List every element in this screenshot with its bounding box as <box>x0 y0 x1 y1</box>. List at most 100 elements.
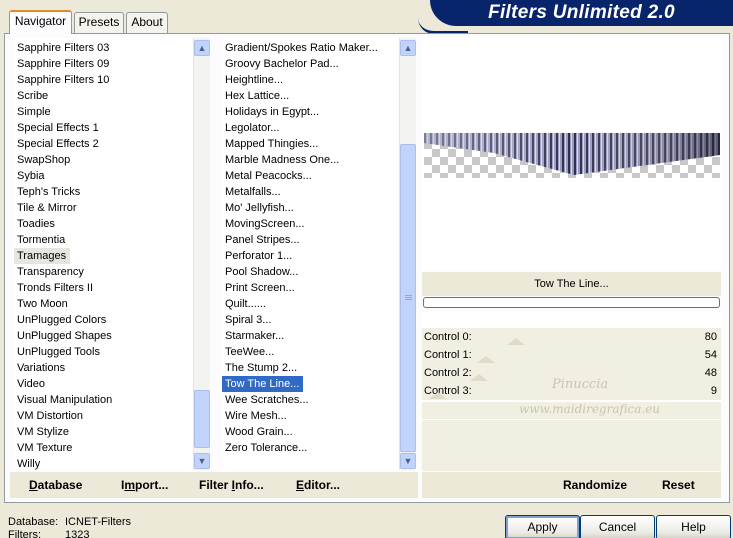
tab-about[interactable]: About <box>126 12 168 33</box>
tab-navigator[interactable]: Navigator <box>9 10 72 34</box>
scroll-down-icon[interactable]: ▼ <box>400 453 416 469</box>
slider-marker <box>477 356 495 363</box>
list-item[interactable]: Willy <box>14 456 40 471</box>
list-item[interactable]: Metal Peacocks... <box>222 168 312 184</box>
editor-button[interactable]: Editor... <box>296 478 340 492</box>
slider-marker <box>470 374 488 381</box>
list-item[interactable]: Variations <box>14 360 65 376</box>
list-item[interactable]: Metalfalls... <box>222 184 281 200</box>
randomize-button[interactable]: Randomize <box>563 478 627 492</box>
list-item[interactable]: Transparency <box>14 264 84 280</box>
list-item[interactable]: UnPlugged Colors <box>14 312 106 328</box>
list-item[interactable]: UnPlugged Tools <box>14 344 100 360</box>
status-filters-label: Filters: <box>8 529 41 538</box>
control-row[interactable]: Control 1: 54 <box>422 346 721 364</box>
filter-scrollbar[interactable]: ▲ ▼ <box>399 38 416 470</box>
list-item[interactable]: Quilt...... <box>222 296 266 312</box>
tab-presets[interactable]: Presets <box>74 12 124 33</box>
list-item[interactable]: Legolator... <box>222 120 279 136</box>
list-item[interactable]: VM Stylize <box>14 424 69 440</box>
list-item[interactable]: Sapphire Filters 09 <box>14 56 109 72</box>
list-item[interactable]: Special Effects 2 <box>14 136 99 152</box>
list-item[interactable]: The Stump 2... <box>222 360 297 376</box>
filter-info-button[interactable]: Filter Info... <box>199 478 264 492</box>
list-item[interactable]: Sapphire Filters 10 <box>14 72 109 88</box>
scroll-down-icon[interactable]: ▼ <box>194 453 210 469</box>
list-item[interactable]: Print Screen... <box>222 280 295 296</box>
apply-button[interactable]: Apply <box>505 515 580 538</box>
list-item[interactable]: Wire Mesh... <box>222 408 287 424</box>
list-item[interactable]: Zero Tolerance... <box>222 440 307 456</box>
watermark-url: www.maidiregrafica.eu <box>519 402 661 416</box>
list-item[interactable]: VM Texture <box>14 440 72 456</box>
list-item[interactable]: Groovy Bachelor Pad... <box>222 56 339 72</box>
list-item[interactable]: Tile & Mirror <box>14 200 76 216</box>
preview-image <box>424 133 720 175</box>
list-item[interactable]: Hex Lattice... <box>222 88 289 104</box>
list-item[interactable]: Spiral 3... <box>222 312 271 328</box>
list-item[interactable]: Tow The Line... <box>222 376 304 392</box>
list-item[interactable]: Special Effects 1 <box>14 120 99 136</box>
list-item[interactable]: TeeWee... <box>222 344 274 360</box>
control-row[interactable]: Control 0: 80 <box>422 328 721 346</box>
list-item[interactable]: VM Distortion <box>14 408 83 424</box>
status-database-label: Database: <box>8 516 59 528</box>
import-button[interactable]: Import... <box>121 478 168 492</box>
watermark-name: Pinuccia <box>552 377 609 392</box>
list-item[interactable]: Two Moon <box>14 296 68 312</box>
status-database-value: ICNET-Filters <box>65 516 131 528</box>
list-item[interactable]: Pool Shadow... <box>222 264 298 280</box>
category-list[interactable]: Sapphire Filters 03 Sapphire Filters 09 Sa… <box>14 38 194 471</box>
progress-bar <box>423 297 720 308</box>
control-row-empty <box>422 420 721 437</box>
control-label: Control 2: <box>424 367 472 379</box>
control-label: Control 1: <box>424 349 472 361</box>
reset-button[interactable]: Reset <box>662 478 695 492</box>
control-value: 48 <box>704 367 717 379</box>
list-item[interactable]: Tramages <box>14 248 71 264</box>
control-label: Control 0: <box>424 331 472 343</box>
control-value: 9 <box>710 385 717 397</box>
list-item[interactable]: Panel Stripes... <box>222 232 300 248</box>
list-item[interactable]: Starmaker... <box>222 328 284 344</box>
list-item[interactable]: Mo' Jellyfish... <box>222 200 294 216</box>
selected-filter-name: Tow The Line... <box>422 272 721 296</box>
control-row-empty <box>422 454 721 471</box>
list-item[interactable]: Tronds Filters II <box>14 280 93 296</box>
list-item[interactable]: Gradient/Spokes Ratio Maker... <box>222 40 378 56</box>
list-item[interactable]: Holidays in Egypt... <box>222 104 319 120</box>
category-scroll-thumb[interactable] <box>194 390 210 448</box>
list-item[interactable]: Wood Grain... <box>222 424 293 440</box>
filter-list[interactable]: Gradient/Spokes Ratio Maker... Groovy Bac… <box>222 38 400 471</box>
slider-marker <box>429 392 447 399</box>
list-item[interactable]: Sybia <box>14 168 45 184</box>
list-item[interactable]: Marble Madness One... <box>222 152 339 168</box>
list-item[interactable]: Visual Manipulation <box>14 392 112 408</box>
list-item[interactable]: Toadies <box>14 216 55 232</box>
scroll-up-icon[interactable]: ▲ <box>194 40 210 56</box>
list-item[interactable]: Sapphire Filters 03 <box>14 40 109 56</box>
list-item[interactable]: Mapped Thingies... <box>222 136 318 152</box>
database-button[interactable]: Database <box>29 478 82 492</box>
status-filters-value: 1323 <box>65 529 90 538</box>
list-item[interactable]: Scribe <box>14 88 48 104</box>
list-item[interactable]: Simple <box>14 104 51 120</box>
category-scrollbar[interactable]: ▲ ▼ <box>193 38 210 470</box>
scroll-up-icon[interactable]: ▲ <box>400 40 416 56</box>
list-item[interactable]: SwapShop <box>14 152 70 168</box>
list-item[interactable]: Teph's Tricks <box>14 184 80 200</box>
filter-scroll-thumb[interactable] <box>400 144 416 452</box>
list-item[interactable]: Perforator 1... <box>222 248 292 264</box>
app-banner-title: Filters Unlimited 2.0 <box>430 0 733 26</box>
list-item[interactable]: UnPlugged Shapes <box>14 328 112 344</box>
list-item[interactable]: MovingScreen... <box>222 216 304 232</box>
list-item[interactable]: Video <box>14 376 45 392</box>
list-item[interactable]: Wee Scratches... <box>222 392 309 408</box>
list-item[interactable]: Heightline... <box>222 72 283 88</box>
slider-marker <box>507 338 525 345</box>
help-button[interactable]: Help <box>656 515 731 538</box>
cancel-button[interactable]: Cancel <box>580 515 655 538</box>
control-value: 80 <box>704 331 717 343</box>
list-item[interactable]: Tormentia <box>14 232 65 248</box>
control-value: 54 <box>704 349 717 361</box>
